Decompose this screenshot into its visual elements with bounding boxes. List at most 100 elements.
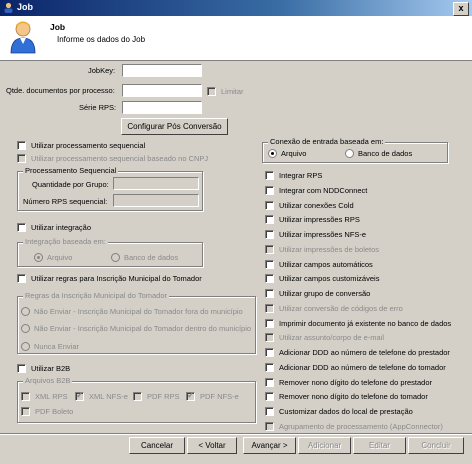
checkbox-box bbox=[265, 348, 274, 357]
option-label: Remover nono dígito do telefone do prest… bbox=[279, 377, 433, 387]
window-title: Job bbox=[17, 2, 34, 12]
option-checkbox[interactable]: Imprimir documento já existente no banco… bbox=[265, 318, 451, 329]
xml-nfse-checkbox[interactable]: XML NFS-e bbox=[75, 390, 128, 402]
proc-seq-checkbox[interactable]: Utilizar processamento sequencial bbox=[17, 140, 145, 151]
checkbox-box bbox=[17, 141, 26, 150]
jobkey-input[interactable] bbox=[122, 64, 202, 77]
option-checkbox[interactable]: Agrupamento de processamento (AppConnect… bbox=[265, 421, 443, 432]
proc-seq-cnpj-checkbox[interactable]: Utilizar processamento sequencial basead… bbox=[17, 153, 208, 164]
option-checkbox[interactable]: Utilizar impressões NFS-e bbox=[265, 229, 366, 240]
option-checkbox[interactable]: Adicionar DDD ao número de telefone do t… bbox=[265, 362, 446, 373]
header-title: Job bbox=[50, 22, 66, 32]
checkbox-box bbox=[265, 362, 274, 372]
int-arquivo-radio[interactable]: Arquivo bbox=[34, 252, 72, 263]
b2b-label: Utilizar B2B bbox=[31, 364, 71, 373]
regra1-radio[interactable]: Não Enviar - Inscrição Municipal do Toma… bbox=[21, 306, 243, 317]
integracao-checkbox[interactable]: Utilizar integração bbox=[17, 222, 91, 233]
footer-separator bbox=[0, 433, 472, 435]
pdf-nfse-checkbox[interactable]: PDF NFS-e bbox=[186, 390, 239, 402]
option-checkbox[interactable]: Utilizar conexões Cold bbox=[265, 200, 354, 211]
option-checkbox[interactable]: Utilizar impressões de boletos bbox=[265, 244, 379, 255]
checkbox-box bbox=[265, 200, 274, 210]
regra3-radio[interactable]: Nunca Enviar bbox=[21, 341, 79, 352]
checkbox-box bbox=[21, 407, 30, 416]
checkbox-box bbox=[17, 223, 26, 232]
option-checkbox[interactable]: Utilizar campos automáticos bbox=[265, 259, 373, 270]
radio-dot bbox=[111, 253, 120, 262]
radio-dot bbox=[34, 253, 43, 262]
con-banco-label: Banco de dados bbox=[358, 149, 413, 158]
qtd-input[interactable] bbox=[122, 84, 202, 97]
adicionar-button[interactable]: Adicionar bbox=[298, 437, 351, 454]
checkbox-box bbox=[265, 377, 274, 387]
checkbox-box bbox=[265, 244, 274, 254]
radio-dot bbox=[345, 149, 354, 158]
editar-button[interactable]: Editar bbox=[353, 437, 406, 454]
header-subtitle: Informe os dados do Job bbox=[57, 35, 146, 44]
option-label: Utilizar grupo de conversão bbox=[279, 289, 371, 298]
option-checkbox[interactable]: Utilizar impressões RPS bbox=[265, 214, 360, 225]
checkbox-box bbox=[207, 87, 216, 96]
con-arquivo-radio[interactable]: Arquivo bbox=[268, 148, 306, 159]
limitar-checkbox[interactable]: Limitar bbox=[207, 86, 244, 97]
b2b-checkbox[interactable]: Utilizar B2B bbox=[17, 363, 70, 374]
option-checkbox[interactable]: Integrar RPS bbox=[265, 170, 322, 181]
checkbox-box bbox=[17, 154, 26, 163]
option-checkbox[interactable]: Utilizar campos customizáveis bbox=[265, 273, 379, 284]
num-rps-seq-input[interactable] bbox=[113, 194, 199, 207]
proc-seq-group-title: Processamento Sequencial bbox=[23, 166, 119, 175]
option-label: Agrupamento de processamento (AppConnect… bbox=[279, 421, 443, 431]
option-label: Remover nono dígito do telefone do tomad… bbox=[279, 392, 428, 402]
pdf-rps-checkbox[interactable]: PDF RPS bbox=[133, 391, 180, 402]
cancelar-button[interactable]: Cancelar bbox=[129, 437, 185, 454]
checkbox-box bbox=[265, 303, 274, 313]
regras-im-checkbox[interactable]: Utilizar regras para Inscrição Municipal… bbox=[17, 273, 202, 284]
checkbox-box bbox=[265, 318, 274, 328]
xml-rps-checkbox[interactable]: XML RPS bbox=[21, 391, 68, 402]
option-checkbox[interactable]: Utilizar conversão de códigos de erro bbox=[265, 303, 403, 314]
option-checkbox[interactable]: Utilizar assunto/corpo de e-mail bbox=[265, 332, 384, 343]
checkbox-box bbox=[265, 333, 274, 343]
conexao-group-title: Conexão de entrada baseada em: bbox=[268, 137, 386, 146]
con-arquivo-label: Arquivo bbox=[281, 149, 307, 158]
option-checkbox[interactable]: Remover nono dígito do telefone do tomad… bbox=[265, 391, 428, 402]
pdf-boleto-label: PDF Boleto bbox=[35, 407, 74, 416]
option-checkbox[interactable]: Integrar com NDDConnect bbox=[265, 185, 367, 196]
checkbox-box bbox=[17, 364, 26, 373]
option-checkbox[interactable]: Utilizar grupo de conversão bbox=[265, 288, 370, 299]
qtd-grupo-input[interactable] bbox=[113, 177, 199, 190]
pdf-boleto-checkbox[interactable]: PDF Boleto bbox=[21, 406, 73, 417]
option-checkbox[interactable]: Customizar dados do local de prestação bbox=[265, 406, 413, 417]
option-label: Utilizar conexões Cold bbox=[279, 200, 354, 210]
option-label: Adicionar DDD ao número de telefone do t… bbox=[279, 362, 446, 372]
checkbox-box bbox=[17, 274, 26, 283]
option-checkbox[interactable]: Remover nono dígito do telefone do prest… bbox=[265, 377, 432, 388]
integracao-group-title: Integração baseada em: bbox=[23, 237, 108, 246]
regras-im-label: Utilizar regras para Inscrição Municipal… bbox=[31, 274, 202, 283]
checkbox-box bbox=[265, 421, 274, 431]
integracao-label: Utilizar integração bbox=[31, 223, 92, 232]
radio-dot bbox=[21, 324, 30, 333]
option-label: Adicionar DDD ao número de telefone do p… bbox=[279, 348, 450, 357]
configurar-pos-conversao-button[interactable]: Configurar Pós Conversão bbox=[121, 118, 228, 135]
checkbox-box bbox=[265, 215, 274, 225]
voltar-button[interactable]: < Voltar bbox=[187, 437, 237, 454]
int-banco-label: Banco de dados bbox=[124, 253, 179, 262]
int-banco-radio[interactable]: Banco de dados bbox=[111, 252, 178, 263]
con-banco-radio[interactable]: Banco de dados bbox=[345, 148, 412, 159]
regra2-radio[interactable]: Não Enviar - Inscrição Municipal do Toma… bbox=[21, 323, 251, 334]
checkbox-box bbox=[265, 185, 274, 195]
serie-label: Série RPS: bbox=[79, 103, 117, 112]
user-icon bbox=[4, 2, 13, 13]
avancar-button[interactable]: Avançar > bbox=[243, 437, 296, 454]
pdf-nfse-label: PDF NFS-e bbox=[200, 392, 239, 401]
option-label: Utilizar impressões RPS bbox=[279, 215, 360, 225]
limitar-label: Limitar bbox=[221, 87, 244, 96]
concluir-button[interactable]: Concluir bbox=[408, 437, 464, 454]
serie-rps-input[interactable] bbox=[122, 101, 202, 114]
option-checkbox[interactable]: Adicionar DDD ao número de telefone do p… bbox=[265, 347, 450, 358]
checkbox-box bbox=[265, 171, 274, 180]
close-button[interactable]: x bbox=[453, 2, 469, 16]
option-label: Utilizar assunto/corpo de e-mail bbox=[279, 333, 385, 343]
option-label: Integrar com NDDConnect bbox=[279, 185, 368, 195]
